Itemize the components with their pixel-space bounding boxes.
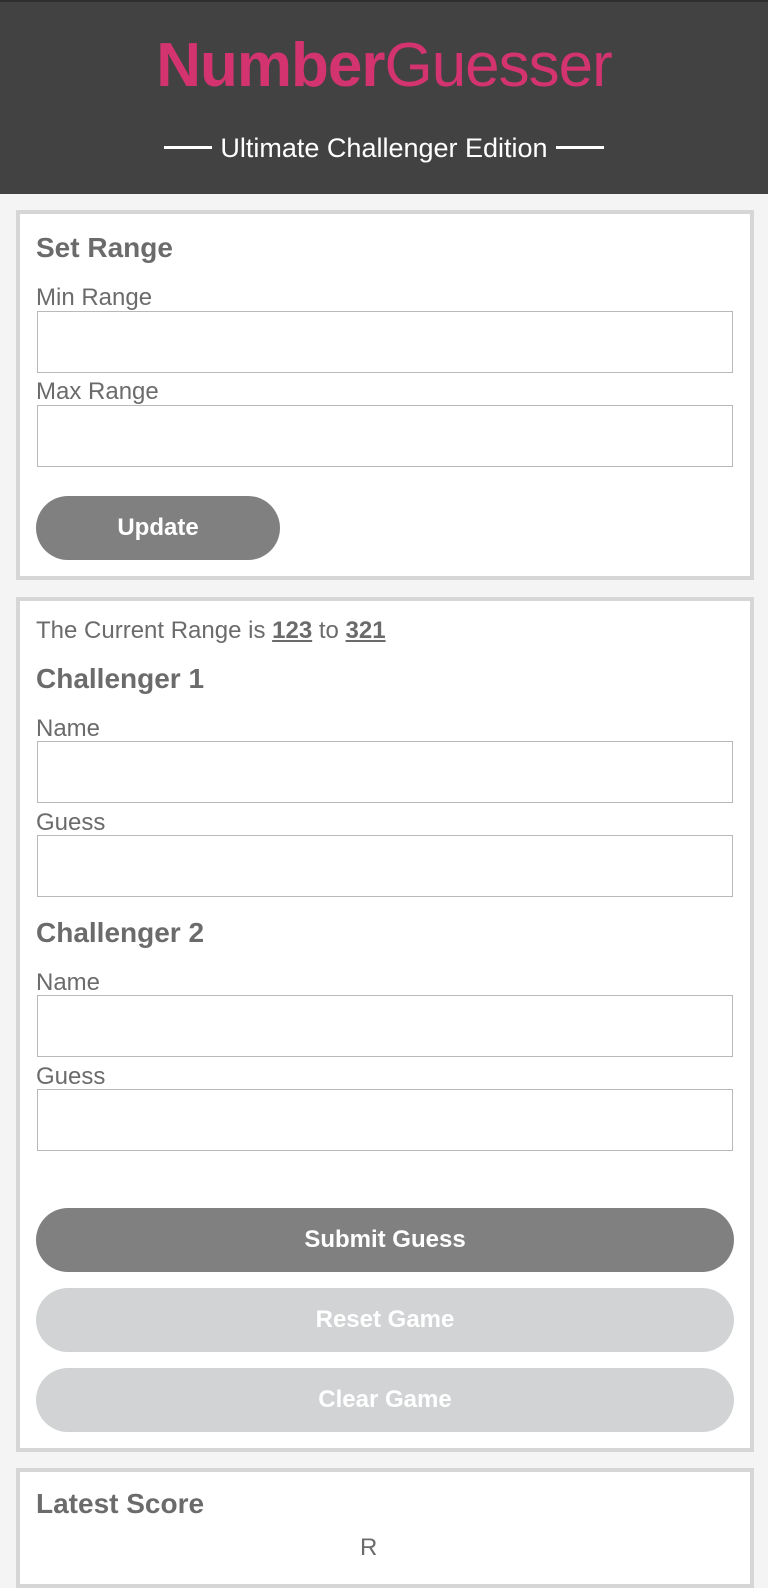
range-min-value: 123 bbox=[272, 617, 313, 644]
submit-guess-button[interactable]: Submit Guess bbox=[36, 1208, 734, 1272]
app-header: NumberGuesser Ultimate Challenger Editio… bbox=[0, 0, 768, 194]
subtitle-left-dash bbox=[164, 146, 213, 150]
latest-score-title: Latest Score bbox=[36, 1488, 205, 1519]
challenger-2-name-input[interactable] bbox=[37, 995, 733, 1057]
max-range-input[interactable] bbox=[37, 405, 733, 467]
logo-bold-text: Number bbox=[156, 31, 385, 100]
range-joiner: to bbox=[318, 617, 339, 644]
challenger-1-title: Challenger 1 bbox=[36, 663, 205, 694]
subtitle-text: Ultimate Challenger Edition bbox=[220, 133, 548, 163]
update-button[interactable]: Update bbox=[36, 496, 280, 560]
max-range-label: Max Range bbox=[36, 378, 159, 405]
challenger-2-guess-input[interactable] bbox=[37, 1089, 733, 1151]
challenger-1-guess-input[interactable] bbox=[37, 835, 733, 897]
set-range-title: Set Range bbox=[36, 232, 173, 263]
clear-game-button[interactable]: Clear Game bbox=[36, 1368, 734, 1432]
challenger-1-name-input[interactable] bbox=[37, 741, 733, 803]
app-logo: NumberGuesser bbox=[0, 30, 768, 102]
challenger-1-name-label: Name bbox=[36, 715, 101, 742]
range-prefix: The Current Range is bbox=[36, 617, 266, 644]
logo-light-text: Guesser bbox=[384, 31, 612, 100]
challenge-card: The Current Range is 123 to 321 Challeng… bbox=[16, 597, 754, 1452]
latest-score-card: Latest Score R bbox=[16, 1468, 754, 1588]
app-subtitle: Ultimate Challenger Edition bbox=[0, 130, 768, 166]
current-range-text: The Current Range is 123 to 321 bbox=[36, 617, 386, 645]
score-partial-text: R bbox=[360, 1534, 378, 1561]
reset-game-button[interactable]: Reset Game bbox=[36, 1288, 734, 1352]
challenger-2-title: Challenger 2 bbox=[36, 917, 205, 948]
set-range-card: Set Range Min Range Max Range Update bbox=[16, 210, 754, 580]
challenger-2-guess-label: Guess bbox=[36, 1063, 106, 1090]
min-range-input[interactable] bbox=[37, 311, 733, 373]
challenger-2-name-label: Name bbox=[36, 969, 101, 996]
min-range-label: Min Range bbox=[36, 284, 153, 311]
subtitle-right-dash bbox=[555, 146, 604, 150]
range-max-value: 321 bbox=[345, 617, 386, 644]
challenger-1-guess-label: Guess bbox=[36, 809, 106, 836]
